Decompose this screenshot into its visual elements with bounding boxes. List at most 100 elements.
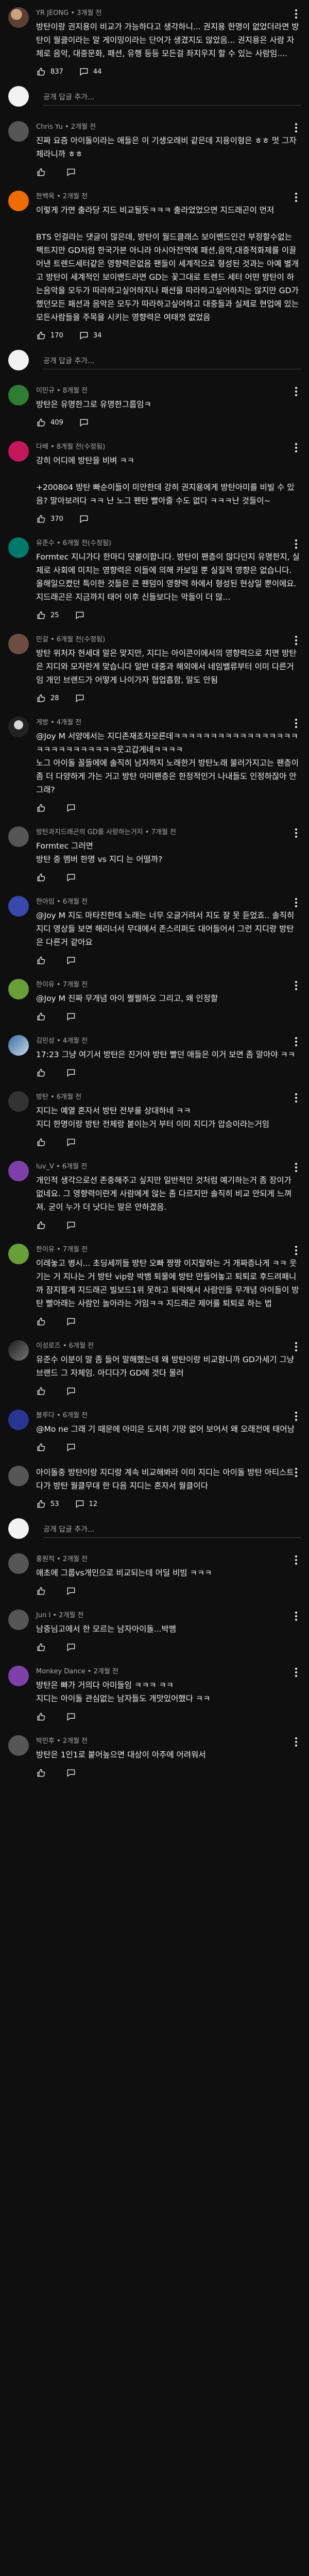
more-icon[interactable] (290, 1467, 302, 1478)
like-button[interactable]: 53 (36, 1499, 59, 1509)
comment-author[interactable]: 유준수 (36, 539, 55, 547)
avatar[interactable] (8, 537, 29, 558)
reply-input[interactable]: 공개 답글 추가... (43, 351, 301, 369)
more-icon[interactable] (290, 1245, 302, 1256)
more-icon[interactable] (290, 8, 302, 20)
avatar[interactable] (8, 191, 29, 211)
comment-author[interactable]: 이민규 (36, 387, 55, 395)
more-icon[interactable] (290, 122, 302, 133)
avatar[interactable] (8, 7, 29, 28)
reply-button[interactable] (75, 610, 89, 620)
more-icon[interactable] (290, 1092, 302, 1104)
more-icon[interactable] (290, 442, 302, 453)
comment-author[interactable]: 이성로즈 (36, 1342, 61, 1350)
comment-author[interactable]: 방탄 (36, 1093, 48, 1101)
comment-author[interactable]: luv_V (36, 1163, 54, 1171)
comment-author[interactable]: 한이유 (36, 981, 55, 989)
more-icon[interactable] (290, 1611, 302, 1622)
more-icon[interactable] (290, 1036, 302, 1047)
avatar[interactable] (8, 1244, 29, 1264)
reply-button[interactable] (79, 514, 93, 524)
more-icon[interactable] (290, 897, 302, 908)
reply-button[interactable] (66, 1642, 80, 1652)
comment-author[interactable]: Jun I (36, 1612, 50, 1619)
avatar[interactable] (8, 717, 29, 737)
reply-button[interactable] (66, 955, 80, 965)
more-icon[interactable] (290, 1411, 302, 1422)
comment-author[interactable]: 민갈 (36, 636, 48, 643)
like-button[interactable] (36, 1316, 50, 1327)
like-button[interactable] (36, 1768, 50, 1778)
like-button[interactable] (36, 1137, 50, 1147)
like-button[interactable]: 837 (36, 66, 63, 77)
like-button[interactable]: 409 (36, 417, 63, 428)
reply-button[interactable]: 34 (79, 330, 101, 341)
reply-button[interactable] (66, 803, 80, 813)
reply-button[interactable] (79, 417, 93, 428)
reply-button[interactable] (66, 1386, 80, 1396)
like-button[interactable]: 370 (36, 514, 63, 524)
avatar[interactable] (8, 1410, 29, 1430)
reply-button[interactable] (66, 1586, 80, 1596)
more-icon[interactable] (290, 1554, 302, 1566)
comment-author[interactable]: 한이유 (36, 1246, 55, 1253)
like-button[interactable] (36, 1711, 50, 1722)
reply-button[interactable] (75, 693, 89, 703)
like-button[interactable] (36, 955, 50, 965)
avatar[interactable] (8, 979, 29, 999)
like-button[interactable] (36, 1220, 50, 1230)
avatar[interactable] (8, 1609, 29, 1630)
avatar[interactable] (8, 896, 29, 917)
reply-input[interactable]: 공개 답글 추가... (43, 1520, 301, 1538)
comment-author[interactable]: 방탄과지드래곤의 GD를 사랑하는거지 (36, 828, 143, 836)
comment-author[interactable]: 박민후 (36, 1737, 55, 1745)
avatar[interactable] (8, 121, 29, 142)
more-icon[interactable] (290, 827, 302, 839)
comment-author[interactable]: 김민성 (36, 1037, 55, 1045)
like-button[interactable] (36, 1011, 50, 1022)
avatar[interactable] (8, 826, 29, 847)
like-button[interactable] (36, 1642, 50, 1652)
comment-author[interactable]: 한백옥 (36, 193, 55, 200)
comment-author[interactable]: 블루다 (36, 1412, 55, 1419)
avatar[interactable] (8, 1091, 29, 1112)
more-icon[interactable] (290, 635, 302, 646)
reply-button[interactable] (66, 1067, 80, 1078)
avatar[interactable] (8, 1035, 29, 1056)
reply-input[interactable]: 공개 답글 추가... (43, 88, 301, 106)
more-icon[interactable] (290, 192, 302, 203)
like-button[interactable] (36, 803, 50, 813)
like-button[interactable]: 170 (36, 330, 63, 341)
avatar[interactable] (8, 385, 29, 405)
avatar[interactable] (8, 1161, 29, 1181)
more-icon[interactable] (290, 1736, 302, 1748)
comment-author[interactable]: 홍원적 (36, 1555, 55, 1563)
more-icon[interactable] (290, 718, 302, 729)
reply-button[interactable] (66, 1711, 80, 1722)
reply-button[interactable] (66, 872, 80, 883)
like-button[interactable] (36, 1586, 50, 1596)
comment-author[interactable]: 한아임 (36, 898, 55, 906)
reply-button[interactable]: 44 (79, 66, 101, 77)
more-icon[interactable] (290, 980, 302, 991)
like-button[interactable]: 28 (36, 693, 59, 703)
reply-button[interactable]: 12 (75, 1499, 97, 1509)
comment-author[interactable]: Chris Yu (36, 123, 63, 131)
more-icon[interactable] (290, 386, 302, 397)
comment-author[interactable]: 다배 (36, 443, 48, 451)
like-button[interactable] (36, 1067, 50, 1078)
avatar[interactable] (8, 1666, 29, 1686)
comment-author[interactable]: 게방 (36, 719, 48, 726)
reply-button[interactable] (66, 1316, 80, 1327)
avatar[interactable] (8, 1735, 29, 1756)
more-icon[interactable] (290, 1667, 302, 1678)
comment-author[interactable]: Monkey Dance (36, 1668, 85, 1675)
reply-button[interactable] (66, 167, 80, 177)
avatar[interactable] (8, 1553, 29, 1574)
reply-button[interactable] (66, 1442, 80, 1452)
like-button[interactable] (36, 1442, 50, 1452)
avatar[interactable] (8, 441, 29, 462)
reply-button[interactable] (66, 1011, 80, 1022)
avatar[interactable] (8, 1466, 29, 1486)
like-button[interactable] (36, 1386, 50, 1396)
